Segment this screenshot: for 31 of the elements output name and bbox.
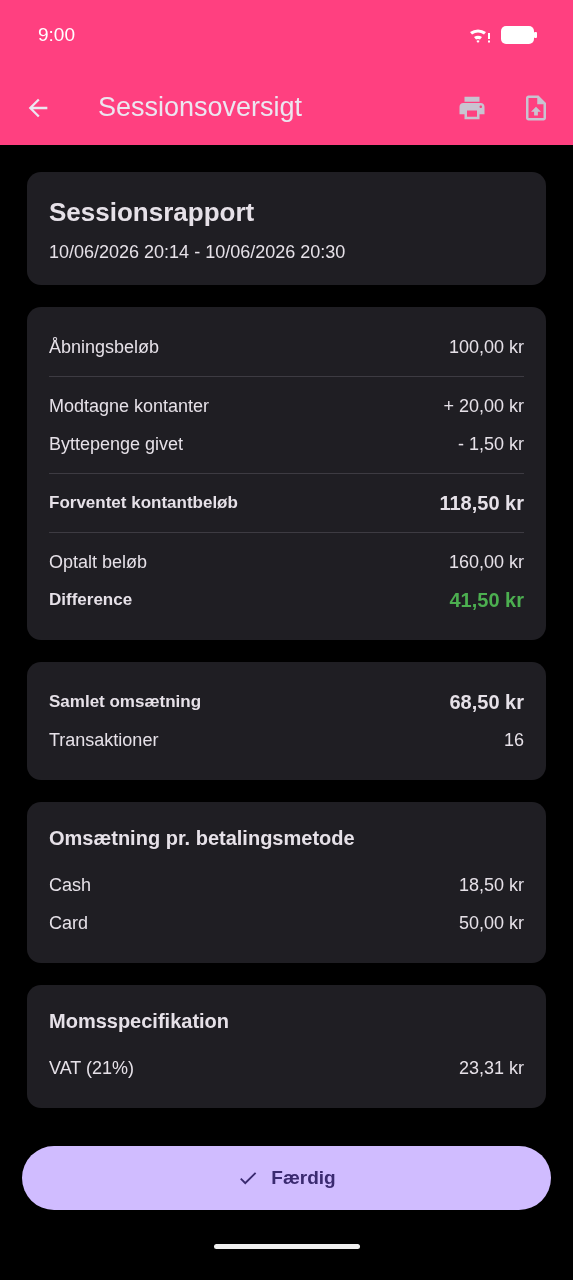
row-value: 50,00 kr: [458, 912, 524, 934]
row-label: Samlet omsætning: [49, 692, 202, 712]
screen-title: Sessionsoversigt: [98, 92, 304, 123]
row-label: VAT (21%): [49, 1057, 135, 1079]
row-value: 100,00 kr: [448, 336, 524, 358]
row-value: 23,31 kr: [458, 1057, 524, 1079]
row-label: Åbningsbeløb: [49, 336, 160, 358]
row-value: - 1,50 kr: [457, 433, 524, 455]
row-value: 16: [503, 729, 524, 751]
session-period: 10/06/2026 20:14 - 10/06/2026 20:30: [49, 241, 347, 264]
row-label: Card: [49, 912, 88, 934]
row-value: + 20,00 kr: [443, 395, 524, 417]
row-label: Modtagne kontanter: [49, 395, 210, 417]
row-value: 41,50 kr: [449, 588, 524, 612]
wifi-icon: [469, 27, 491, 43]
row-label: Transaktioner: [49, 729, 159, 751]
report-title: Sessionsrapport: [49, 196, 256, 228]
row-label: Forventet kontantbeløb: [49, 493, 238, 513]
row-label: Difference: [49, 590, 133, 610]
row-label: Optalt beløb: [49, 551, 148, 573]
row-value: 68,50 kr: [449, 690, 524, 714]
battery-icon: [501, 26, 537, 44]
row-label: Cash: [49, 874, 92, 896]
row-label: Byttepenge givet: [49, 433, 184, 455]
section-title: Momsspecifikation: [49, 1009, 231, 1034]
status-time: 9:00: [38, 24, 75, 46]
done-button[interactable]: Færdig: [22, 1146, 551, 1210]
row-value: 118,50 kr: [439, 491, 524, 515]
row-value: 18,50 kr: [458, 874, 524, 896]
section-title: Omsætning pr. betalingsmetode: [49, 826, 356, 851]
row-value: 160,00 kr: [448, 551, 524, 573]
